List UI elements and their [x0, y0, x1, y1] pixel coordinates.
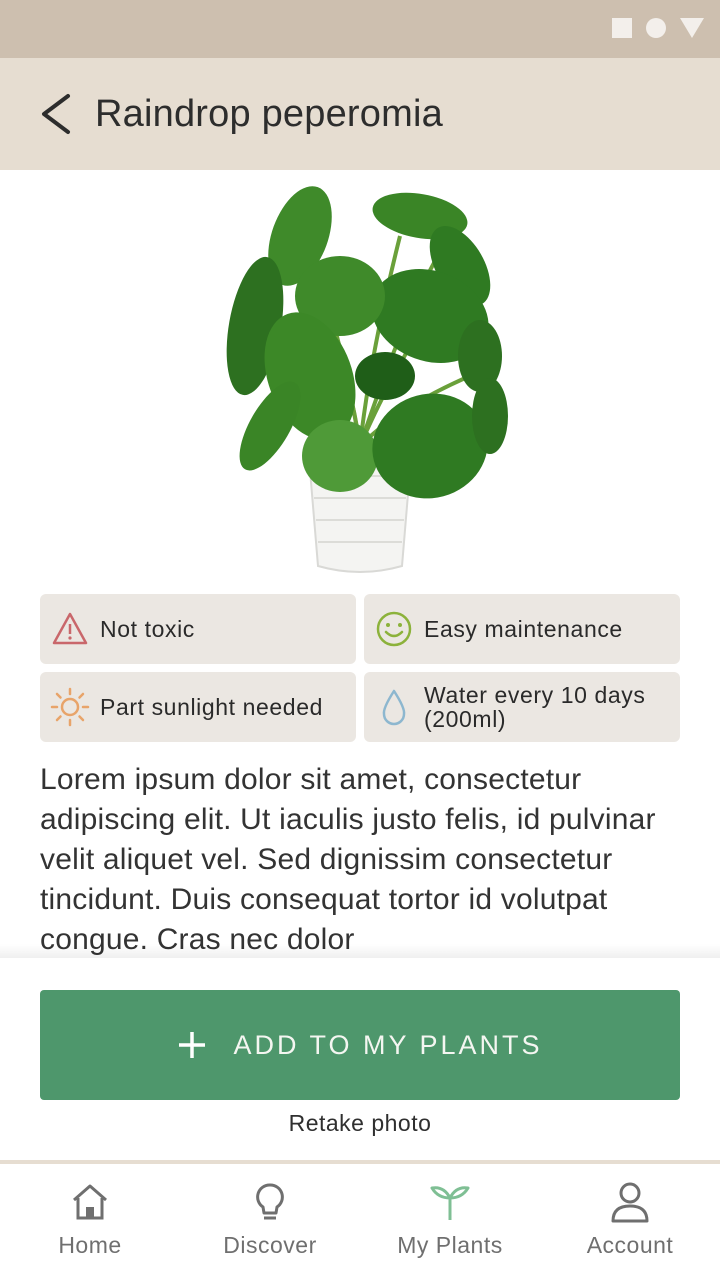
warning-triangle-icon	[50, 609, 90, 649]
nav-item-my-plants[interactable]: My Plants	[360, 1164, 540, 1280]
plant-description: Lorem ipsum dolor sit amet, consectetur …	[40, 763, 656, 956]
chip-toxicity: Not toxic	[40, 594, 356, 664]
chip-label: Easy maintenance	[424, 616, 623, 642]
water-drop-icon	[374, 687, 414, 727]
chevron-left-icon	[42, 94, 70, 134]
add-to-my-plants-button[interactable]: ADD TO MY PLANTS	[40, 990, 680, 1100]
back-triangle-icon	[680, 18, 704, 38]
nav-item-home[interactable]: Home	[0, 1164, 180, 1280]
smiley-face-icon	[374, 609, 414, 649]
retake-photo-link[interactable]: Retake photo	[0, 1110, 720, 1137]
recents-icon	[612, 18, 632, 38]
page-title: Raindrop peperomia	[95, 93, 443, 135]
sprout-icon	[430, 1186, 470, 1220]
home-icon	[73, 1184, 107, 1220]
sun-icon	[50, 687, 90, 727]
nav-label: Account	[586, 1232, 674, 1258]
chip-label: Not toxic	[100, 616, 195, 642]
chip-label: Part sunlight needed	[100, 694, 323, 720]
add-button-label: ADD TO MY PLANTS	[233, 1029, 543, 1060]
nav-label: Discover	[223, 1232, 317, 1258]
chip-watering: Water every 10 days (200ml)	[364, 672, 680, 742]
nav-label: Home	[58, 1232, 122, 1258]
plus-icon	[179, 1032, 206, 1058]
plant-photo	[226, 186, 508, 573]
status-bar	[0, 0, 720, 58]
back-button[interactable]	[34, 92, 78, 136]
nav-item-discover[interactable]: Discover	[180, 1164, 360, 1280]
system-icons	[612, 18, 704, 38]
chip-maintenance: Easy maintenance	[364, 594, 680, 664]
chip-sunlight: Part sunlight needed	[40, 672, 356, 742]
chip-label: Water every 10 days (200ml)	[424, 682, 646, 732]
nav-label: My Plants	[397, 1232, 503, 1258]
lightbulb-icon	[256, 1183, 284, 1220]
home-circle-icon	[646, 18, 666, 38]
app-bar: Raindrop peperomia	[0, 58, 720, 170]
person-icon	[611, 1182, 649, 1223]
nav-item-account[interactable]: Account	[540, 1164, 720, 1280]
bottom-navigation: Home Discover My Plants Account	[0, 1164, 720, 1280]
